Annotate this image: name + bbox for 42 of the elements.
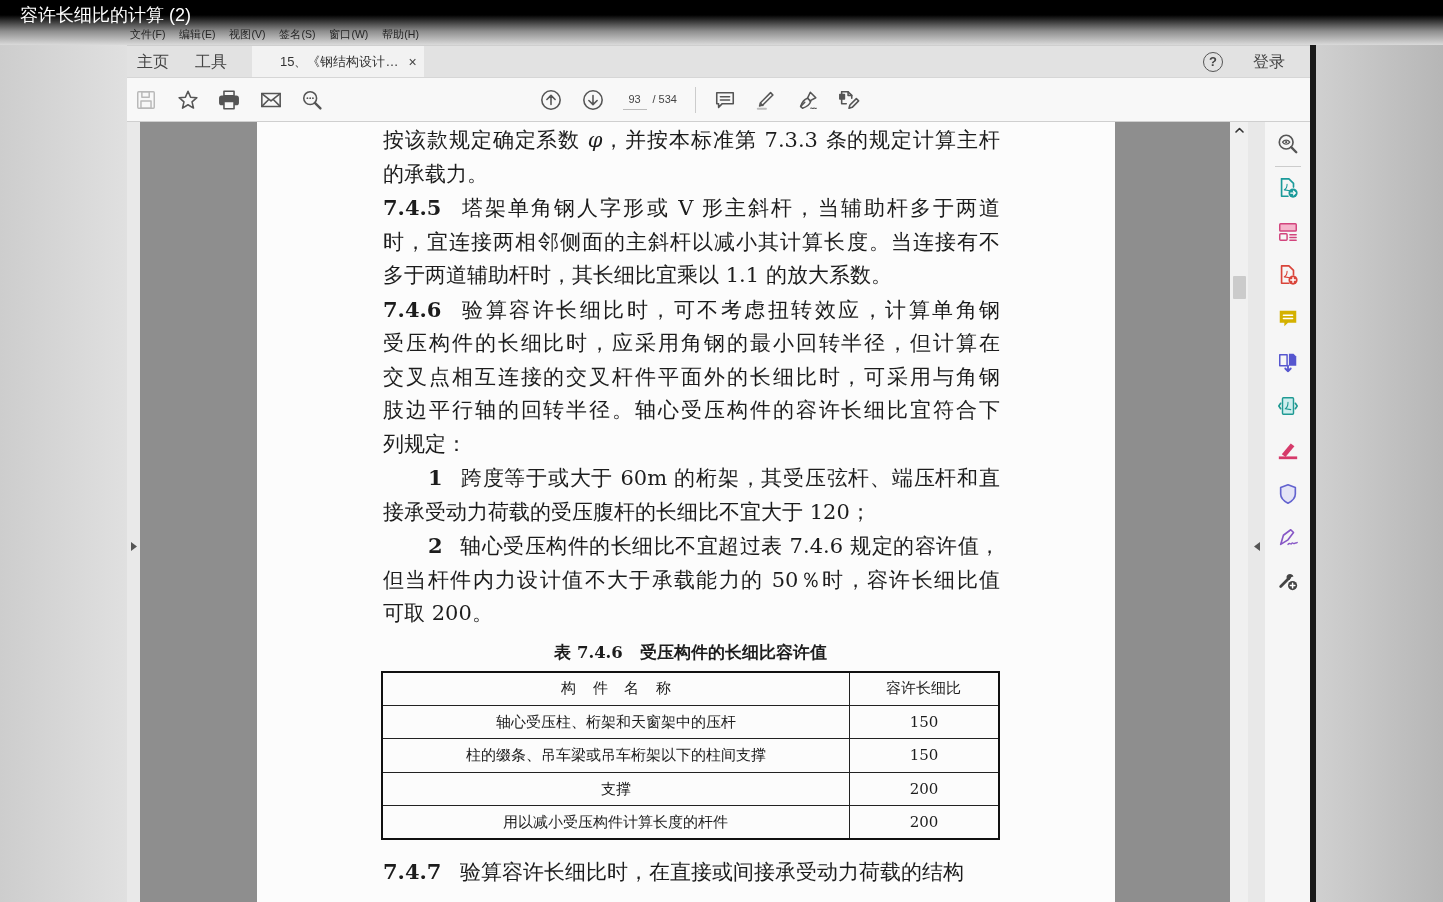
menu-item[interactable]: 编辑(E) bbox=[179, 28, 216, 41]
scrollbar-thumb[interactable] bbox=[1232, 276, 1246, 299]
table-cell: 轴心受压柱、桁架和天窗架中的压杆 bbox=[382, 705, 850, 739]
table-cell: 柱的缀条、吊车梁或吊车桁架以下的柱间支撑 bbox=[382, 738, 850, 773]
menu-item[interactable]: 签名(S) bbox=[279, 28, 316, 41]
tab-label: 15、《钢结构设计… bbox=[280, 52, 399, 71]
list-item-paragraph: 2 轴心受压构件的长细比不宜超过表 7.4.6 规定的容许值， 但当杆件内力设计值不大于承载能力的 50％时，容许长细比值 可取 200。 bbox=[383, 532, 1000, 627]
caret-right-icon[interactable] bbox=[130, 542, 137, 551]
print-icon[interactable] bbox=[218, 88, 240, 111]
table-cell: 支撑 bbox=[382, 772, 850, 806]
menu-item[interactable]: 文件(F) bbox=[130, 28, 166, 41]
magnifier-icon[interactable] bbox=[1276, 133, 1299, 155]
list-item-paragraph: 1 跨度等于或大于 60m 的桁架，其受压弦杆、端压杆和直 接承受动力荷载的受压腹杆的长细比不宜大于 120； bbox=[383, 464, 1000, 526]
menu-item[interactable]: 视图(V) bbox=[229, 28, 266, 41]
star-icon[interactable] bbox=[176, 88, 199, 111]
arrow-up-icon[interactable] bbox=[540, 88, 562, 111]
menu-item[interactable]: 帮助(H) bbox=[382, 28, 419, 41]
paragraph: 按该款规定确定系数 φ，并按本标准第 7.3.3 条的规定计算主杆 的承载力。 bbox=[383, 127, 1000, 188]
clause-paragraph: 7.4.7 验算容许长细比时，在直接或间接承受动力荷载的结构 bbox=[383, 858, 965, 887]
page-count: / 534 bbox=[652, 92, 677, 108]
close-button[interactable]: × bbox=[408, 54, 417, 69]
clause-paragraph: 7.4.5 塔架单角钢人字形或 V 形主斜杆，当辅助杆多于两道 时，宜连接两相邻侧面的主斜杆以减小其计算长度。当连接有不 多于两道辅助杆时，其长细比宜乘以 1.1 的放大系数。 bbox=[383, 194, 1000, 289]
tab[interactable]: 主页 bbox=[127, 46, 179, 77]
clause-paragraph: 7.4.6 验算容许长细比时，可不考虑扭转效应，计算单角钢 受压构件的长细比时，应采用角钢的最小回转半径，但计算在 交叉点相互连接的交叉杆件平面外的长细比时，可采用与角钢 肢边平行轴的回转半径。轴心受压构件的容许长细比宜符合下 列规定： bbox=[383, 295, 1000, 458]
page-number-field[interactable]: 93 bbox=[622, 89, 647, 110]
column-header: 构 件 名 称 bbox=[382, 671, 850, 706]
tab[interactable]: 15、《钢结构设计… × bbox=[252, 46, 424, 77]
layout-icon[interactable] bbox=[1276, 220, 1299, 243]
document-download-icon[interactable] bbox=[1276, 351, 1299, 374]
caret-left-icon[interactable] bbox=[1253, 542, 1260, 551]
menu-item[interactable]: 窗口(W) bbox=[329, 28, 369, 41]
tab-label: 工具 bbox=[195, 51, 227, 72]
login-link[interactable]: 登录 bbox=[1253, 49, 1285, 74]
table-title: 表 7.4.6 受压构件的长细比容许值 bbox=[553, 641, 828, 664]
magnifier-icon[interactable] bbox=[301, 88, 323, 111]
arrow-down-icon[interactable] bbox=[581, 88, 604, 111]
tab-label: 主页 bbox=[137, 51, 169, 72]
document-arrows-icon[interactable] bbox=[1276, 395, 1299, 418]
caret-up-icon[interactable] bbox=[1234, 127, 1244, 133]
document-edit-icon[interactable] bbox=[838, 88, 861, 111]
tab[interactable]: 工具 bbox=[185, 46, 237, 77]
video-title: 容许长细比的计算 (2) bbox=[19, 4, 191, 27]
